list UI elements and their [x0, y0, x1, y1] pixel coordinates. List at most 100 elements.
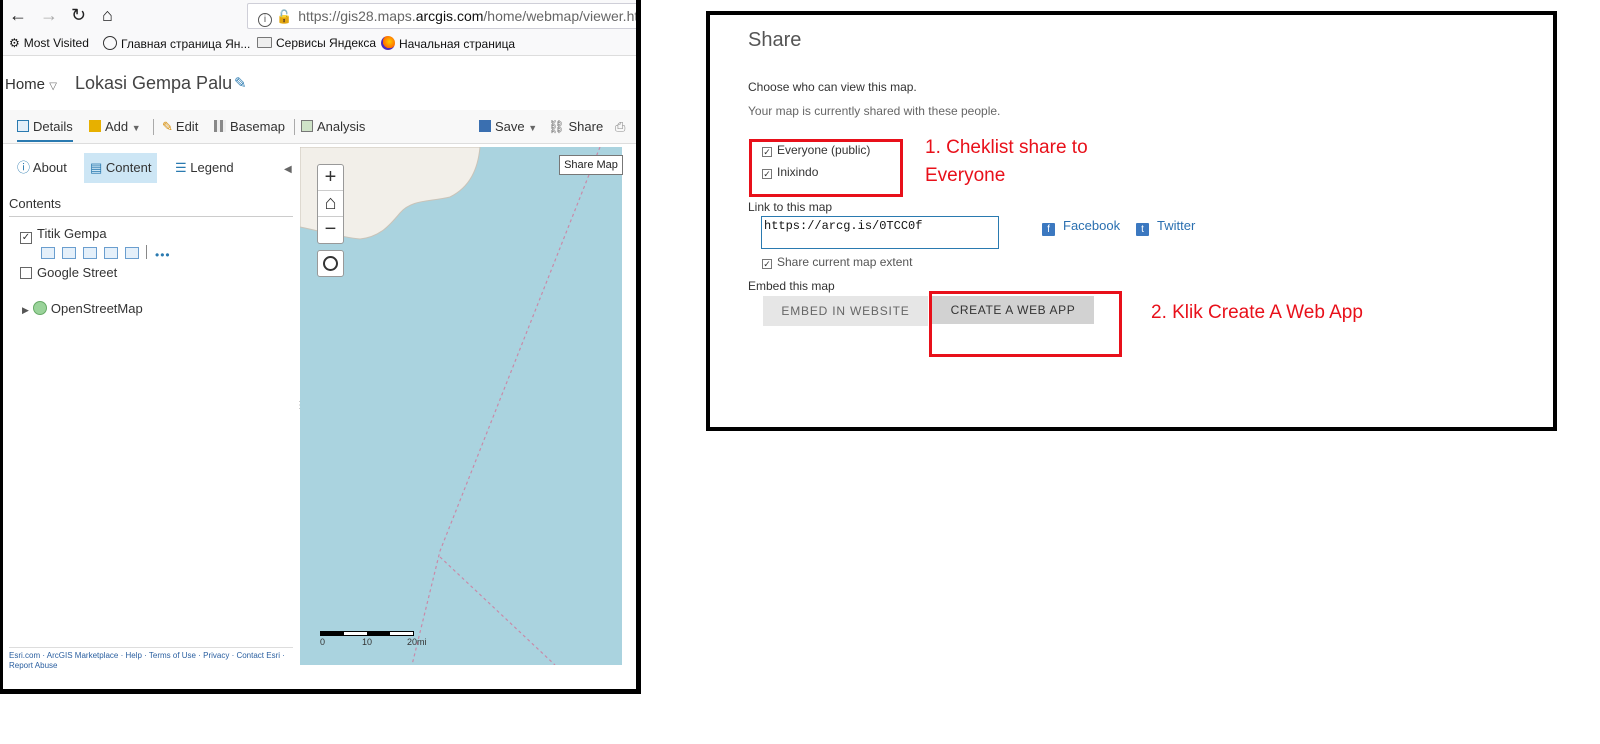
zoom-control: + ⌂ −: [317, 164, 344, 244]
map-title: Lokasi Gempa Palu: [75, 73, 233, 93]
shared-note: Your map is currently shared with these …: [748, 104, 1001, 118]
sidebar-tabs: ⓘ About ▤ Content ☰ Legend ◀: [3, 153, 299, 185]
share-map-tooltip: Share Map: [559, 155, 623, 175]
url-prefix: https://gis28.maps.: [298, 8, 416, 24]
bookmark-yandex-services[interactable]: Сервисы Яндекса: [257, 36, 376, 50]
analysis-button[interactable]: Analysis: [301, 119, 365, 134]
layer-item[interactable]: Google Street: [20, 265, 117, 280]
bookmark-yandex-home[interactable]: Главная страница Ян...: [103, 36, 250, 51]
facebook-icon: f: [1042, 223, 1055, 236]
zoom-out-button[interactable]: −: [318, 217, 343, 243]
scale-label: 20mi: [407, 637, 427, 647]
locate-button[interactable]: [317, 250, 344, 277]
checkbox-checked[interactable]: ✓: [762, 259, 772, 269]
add-icon: [89, 120, 101, 132]
map-title-row: Home ▽ Lokasi Gempa Palu ✎: [3, 64, 636, 108]
share-button[interactable]: ⛓ Share: [548, 119, 603, 135]
back-arrow-icon[interactable]: ←: [9, 4, 27, 26]
share-extent-option[interactable]: ✓ Share current map extent: [762, 255, 912, 269]
annotation-step-2: 2. Klik Create A Web App: [1151, 302, 1363, 323]
filter-icon[interactable]: [125, 247, 139, 259]
expand-triangle-icon[interactable]: ▶: [22, 305, 29, 315]
globe-icon: [103, 36, 117, 50]
more-options-icon[interactable]: •••: [155, 248, 171, 262]
bookmarks-bar: ⚙ Most Visited Главная страница Ян... Сер…: [3, 32, 636, 56]
url-path: /home/webmap/viewer.htm: [483, 8, 641, 24]
print-icon[interactable]: ⎙: [615, 119, 625, 135]
save-disk-icon: [479, 120, 491, 132]
save-button[interactable]: Save ▼: [479, 119, 537, 134]
scale-label: 0: [320, 637, 326, 647]
chevron-down-icon: ▼: [528, 123, 538, 133]
twitter-link[interactable]: t Twitter: [1136, 218, 1195, 236]
address-bar[interactable]: i 🔓 https://gis28.maps.arcgis.com/home/web…: [247, 3, 641, 29]
layer-checkbox-unchecked[interactable]: [20, 267, 32, 279]
layer-item-basemap[interactable]: ▶ OpenStreetMap: [22, 301, 143, 316]
toolbar-divider: [294, 119, 295, 135]
tab-content[interactable]: ▤ Content: [84, 153, 158, 183]
embed-heading: Embed this map: [748, 279, 835, 293]
legend-list-icon: ☰: [175, 160, 187, 175]
map-view[interactable]: + ⌂ − 0 10 20mi: [300, 147, 622, 665]
share-dialog: Share Choose who can view this map. Your…: [706, 11, 1557, 431]
perform-analysis-icon[interactable]: [104, 247, 118, 259]
annotation-step-1: 1. Cheklist share to Everyone: [925, 137, 1088, 186]
reload-icon[interactable]: ↻: [71, 4, 86, 26]
home-menu[interactable]: Home ▽: [5, 76, 57, 93]
pencil-icon[interactable]: ✎: [234, 74, 247, 92]
collapse-left-icon[interactable]: ◀: [284, 164, 292, 175]
bookmark-most-visited[interactable]: ⚙ Most Visited: [9, 36, 89, 50]
analysis-icon: [301, 120, 313, 132]
scale-bar: 0 10 20mi: [320, 631, 427, 647]
dialog-title: Share: [748, 29, 802, 51]
annotation-highlight-box: [929, 291, 1122, 357]
divider: [146, 245, 147, 259]
scale-label: 10: [362, 637, 373, 647]
change-style-icon[interactable]: [83, 247, 97, 259]
chevron-down-icon: ▼: [131, 123, 141, 133]
firefox-icon: [381, 36, 395, 50]
content-sidebar: ⓘ About ▤ Content ☰ Legend ◀ Contents ✓ T…: [3, 145, 299, 689]
map-link-field[interactable]: https://arcg.is/0TCC0f: [761, 216, 999, 249]
show-legend-icon[interactable]: [41, 247, 55, 259]
facebook-link[interactable]: f Facebook: [1042, 218, 1120, 236]
home-icon[interactable]: ⌂: [102, 4, 113, 26]
twitter-icon: t: [1136, 223, 1149, 236]
divider: [9, 216, 293, 217]
layer-checkbox-checked[interactable]: ✓: [20, 232, 32, 244]
locate-crosshair-icon: [323, 256, 338, 271]
chevron-down-icon: ▽: [49, 81, 57, 92]
map-toolbar: Details Add ▼ ✎ Edit Basemap Analysis Sav…: [3, 110, 636, 144]
toolbar-divider: [153, 119, 154, 135]
embed-in-website-button[interactable]: EMBED IN WEBSITE: [763, 296, 928, 326]
details-button[interactable]: Details: [17, 119, 73, 142]
add-button[interactable]: Add ▼: [89, 119, 141, 134]
tab-legend[interactable]: ☰ Legend: [169, 153, 240, 183]
basemap-icon: [214, 120, 226, 132]
footer-links[interactable]: Esri.com · ArcGIS Marketplace · Help · T…: [9, 647, 293, 671]
basemap-button[interactable]: Basemap: [214, 119, 285, 134]
basemap-globe-icon: [32, 301, 47, 315]
layer-item[interactable]: ✓ Titik Gempa: [20, 226, 107, 244]
details-icon: [17, 120, 29, 132]
edit-button[interactable]: ✎ Edit: [162, 119, 198, 135]
link-chain-icon: ⛓: [548, 119, 565, 134]
layer-tool-icons: •••: [41, 245, 178, 262]
tab-about[interactable]: ⓘ About: [11, 153, 73, 183]
annotation-highlight-box: [749, 139, 903, 197]
info-icon[interactable]: i: [258, 13, 272, 27]
forward-arrow-icon[interactable]: →: [40, 4, 58, 26]
gear-icon: ⚙: [9, 36, 20, 50]
info-circle-icon: ⓘ: [17, 160, 31, 175]
zoom-in-button[interactable]: +: [318, 165, 343, 191]
browser-screenshot: ← → ↻ ⌂ i 🔓 https://gis28.maps.arcgis.com/…: [0, 0, 641, 694]
pencil-icon: ✎: [162, 119, 173, 134]
bookmark-start-page[interactable]: Начальная страница: [381, 36, 515, 51]
map-canvas: [300, 147, 601, 665]
attribute-table-icon[interactable]: [62, 247, 76, 259]
content-list-icon: ▤: [90, 160, 103, 175]
lock-warning-icon[interactable]: 🔓: [276, 9, 292, 24]
default-extent-home-icon[interactable]: ⌂: [318, 191, 343, 217]
link-heading: Link to this map: [748, 200, 833, 214]
contents-heading: Contents: [9, 196, 62, 211]
